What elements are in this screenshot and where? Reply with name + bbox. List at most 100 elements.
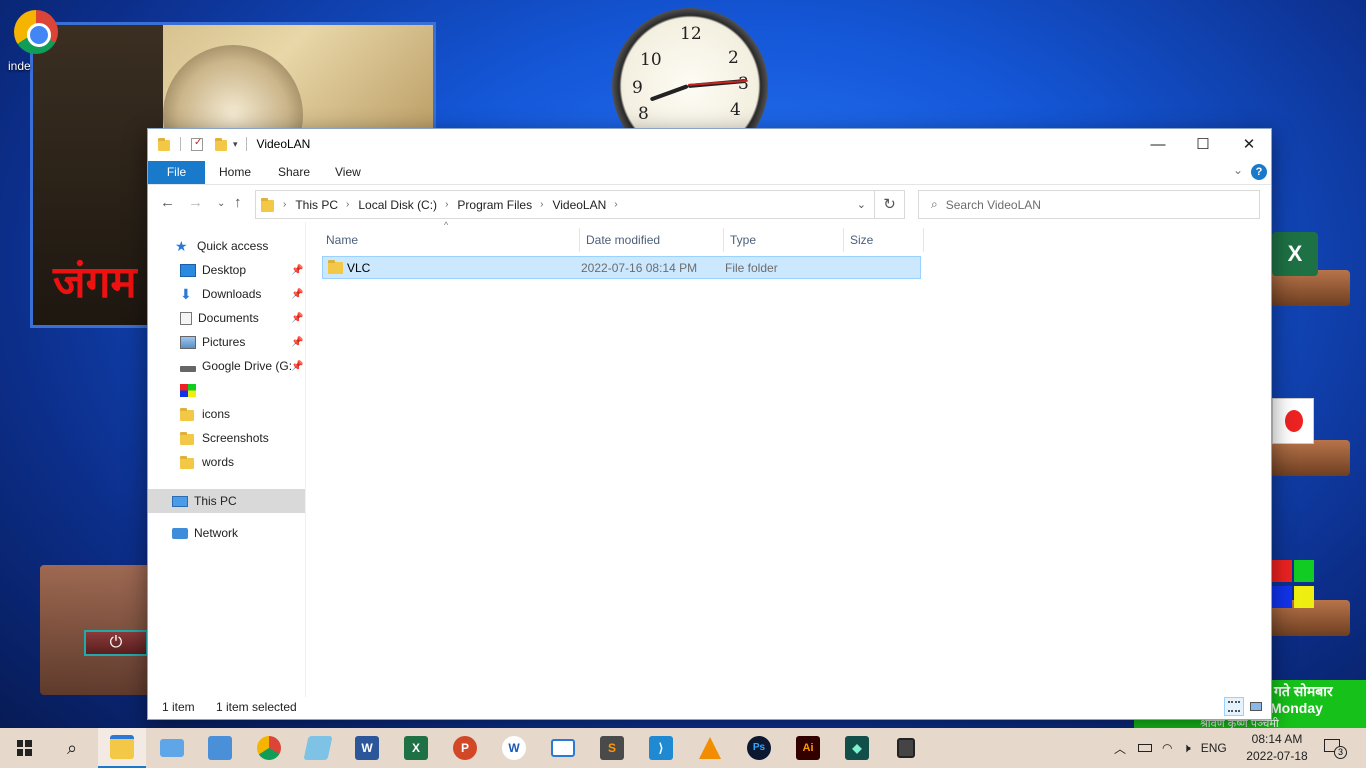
sidebar-item-desktop[interactable]: Desktop <box>180 258 246 282</box>
taskbar-notepad[interactable] <box>294 728 342 768</box>
chevron-right-icon[interactable]: › <box>540 199 543 210</box>
properties-icon[interactable]: ✓ <box>191 137 203 151</box>
volume-icon[interactable]: 🕨 <box>1183 740 1191 756</box>
chevron-down-icon[interactable]: ▾ <box>233 139 238 150</box>
notification-center-button[interactable]: 3 <box>1322 738 1347 759</box>
taskbar-powerpoint[interactable]: P <box>441 728 489 768</box>
video-desktop-icon[interactable] <box>1272 398 1314 444</box>
file-row[interactable]: VLC 2022-07-16 08:14 PM File folder <box>322 256 921 279</box>
sidebar-item-tiles[interactable] <box>180 378 202 402</box>
sidebar-item-downloads[interactable]: ⬇ Downloads <box>180 282 261 306</box>
desktop-shortcut-label[interactable]: inde <box>8 59 31 73</box>
pin-icon[interactable]: 📌 <box>291 337 303 348</box>
taskbar-calculator[interactable] <box>882 728 930 768</box>
taskbar-chrome[interactable] <box>245 728 293 768</box>
large-icons-view-button[interactable] <box>1246 697 1266 716</box>
sidebar-item-documents[interactable]: Documents <box>180 306 259 330</box>
taskbar-clock[interactable]: 08:14 AM 2022-07-18 <box>1246 731 1308 765</box>
wifi-icon[interactable]: ◠ <box>1162 741 1172 755</box>
pin-icon[interactable]: 📌 <box>291 313 303 324</box>
battery-icon[interactable] <box>1138 744 1153 752</box>
word-icon: W <box>355 736 379 760</box>
chevron-right-icon[interactable]: › <box>346 199 349 210</box>
clock-hour-hand <box>649 84 689 102</box>
pictures-icon <box>180 335 196 349</box>
expand-ribbon-icon[interactable]: ⌄ <box>1233 163 1243 177</box>
chevron-up-icon[interactable]: ︿ <box>1114 740 1126 757</box>
computer-icon <box>172 495 188 507</box>
tab-view[interactable]: View <box>335 161 361 184</box>
ribbon-tabs: File Home Share View ⌄ ? <box>148 159 1271 184</box>
chevron-right-icon[interactable]: › <box>614 199 617 210</box>
address-bar[interactable]: › This PC › Local Disk (C:) › Program Fi… <box>255 190 875 219</box>
taskbar-photoshop[interactable]: Ps <box>735 728 783 768</box>
search-input[interactable] <box>945 197 1236 212</box>
sidebar-item-google-drive[interactable]: Google Drive (G: <box>180 354 292 378</box>
up-icon[interactable]: ↑ <box>234 194 242 211</box>
taskbar-search-button[interactable]: ⌕ <box>48 728 96 768</box>
breadcrumb-this-pc[interactable]: This PC <box>295 198 338 212</box>
taskbar-vlc[interactable] <box>686 728 734 768</box>
sidebar-item-network[interactable]: Network <box>172 521 238 545</box>
details-view-button[interactable] <box>1224 697 1244 716</box>
pin-icon[interactable]: 📌 <box>291 265 303 276</box>
chevron-right-icon[interactable]: › <box>445 199 448 210</box>
taskbar-filmora[interactable]: ◆ <box>833 728 881 768</box>
power-icon[interactable]: ⏻ <box>84 630 148 656</box>
maximize-button[interactable]: ☐ <box>1180 129 1226 159</box>
recent-locations-icon[interactable]: ⌄ <box>217 198 225 209</box>
breadcrumb-local-disk[interactable]: Local Disk (C:) <box>358 198 437 212</box>
download-icon: ⬇ <box>180 285 192 302</box>
sidebar-item-quick-access[interactable]: ★ Quick access <box>175 234 268 258</box>
sidebar-item-screenshots[interactable]: Screenshots <box>180 426 269 450</box>
forward-icon[interactable]: → <box>188 194 203 211</box>
column-header-date[interactable]: Date modified <box>580 228 724 252</box>
photo-caption: जंगम <box>53 257 137 308</box>
column-header-name[interactable]: Name <box>320 228 580 252</box>
taskbar-sublime[interactable]: S <box>588 728 636 768</box>
taskbar-excel[interactable]: X <box>392 728 440 768</box>
chrome-desktop-icon[interactable] <box>14 10 58 54</box>
excel-desktop-icon[interactable]: X <box>1272 232 1318 276</box>
taskbar-illustrator[interactable]: Ai <box>784 728 832 768</box>
file-date: 2022-07-16 08:14 PM <box>581 261 698 275</box>
column-header-type[interactable]: Type <box>724 228 844 252</box>
back-icon[interactable]: ← <box>160 194 175 211</box>
tiles-desktop-icon[interactable] <box>1272 560 1314 610</box>
sublime-text-icon: S <box>600 736 624 760</box>
minimize-button[interactable]: — <box>1135 129 1181 159</box>
sidebar-item-icons[interactable]: icons <box>180 402 230 426</box>
close-button[interactable]: ✕ <box>1226 129 1272 159</box>
sidebar-item-pictures[interactable]: Pictures <box>180 330 245 354</box>
search-box[interactable]: ⌕ <box>918 190 1260 219</box>
chrome-icon <box>257 736 281 760</box>
refresh-icon[interactable]: ↻ <box>875 190 905 219</box>
chevron-right-icon[interactable]: › <box>283 199 286 210</box>
new-folder-icon[interactable] <box>215 138 229 151</box>
pin-icon[interactable]: 📌 <box>291 361 303 372</box>
tab-file[interactable]: File <box>148 161 205 184</box>
taskbar-task-view[interactable] <box>539 728 587 768</box>
chevron-down-icon[interactable]: ⌄ <box>857 198 866 211</box>
taskbar-word[interactable]: W <box>343 728 391 768</box>
taskbar-vscode[interactable]: ⟩ <box>637 728 685 768</box>
selection-count: 1 item selected <box>216 700 297 714</box>
tab-home[interactable]: Home <box>219 161 251 184</box>
breadcrumb-videolan[interactable]: VideoLAN <box>552 198 606 212</box>
column-header-size[interactable]: Size <box>844 228 924 252</box>
taskbar-file-explorer[interactable] <box>98 728 146 768</box>
language-indicator[interactable]: ENG <box>1201 741 1227 755</box>
sidebar-item-this-pc[interactable]: This PC <box>172 489 237 513</box>
pin-icon[interactable]: 📌 <box>291 289 303 300</box>
help-icon[interactable]: ? <box>1251 164 1267 180</box>
taskbar-this-pc[interactable] <box>148 728 196 768</box>
taskbar-control-panel[interactable] <box>196 728 244 768</box>
sidebar-item-words[interactable]: words <box>180 450 234 474</box>
window-title: VideoLAN <box>256 137 311 151</box>
photoshop-icon: Ps <box>747 736 771 760</box>
tab-share[interactable]: Share <box>278 161 310 184</box>
breadcrumb-program-files[interactable]: Program Files <box>457 198 532 212</box>
window-icon <box>551 739 575 757</box>
start-button[interactable] <box>0 728 48 768</box>
taskbar-wordweb[interactable]: W <box>490 728 538 768</box>
